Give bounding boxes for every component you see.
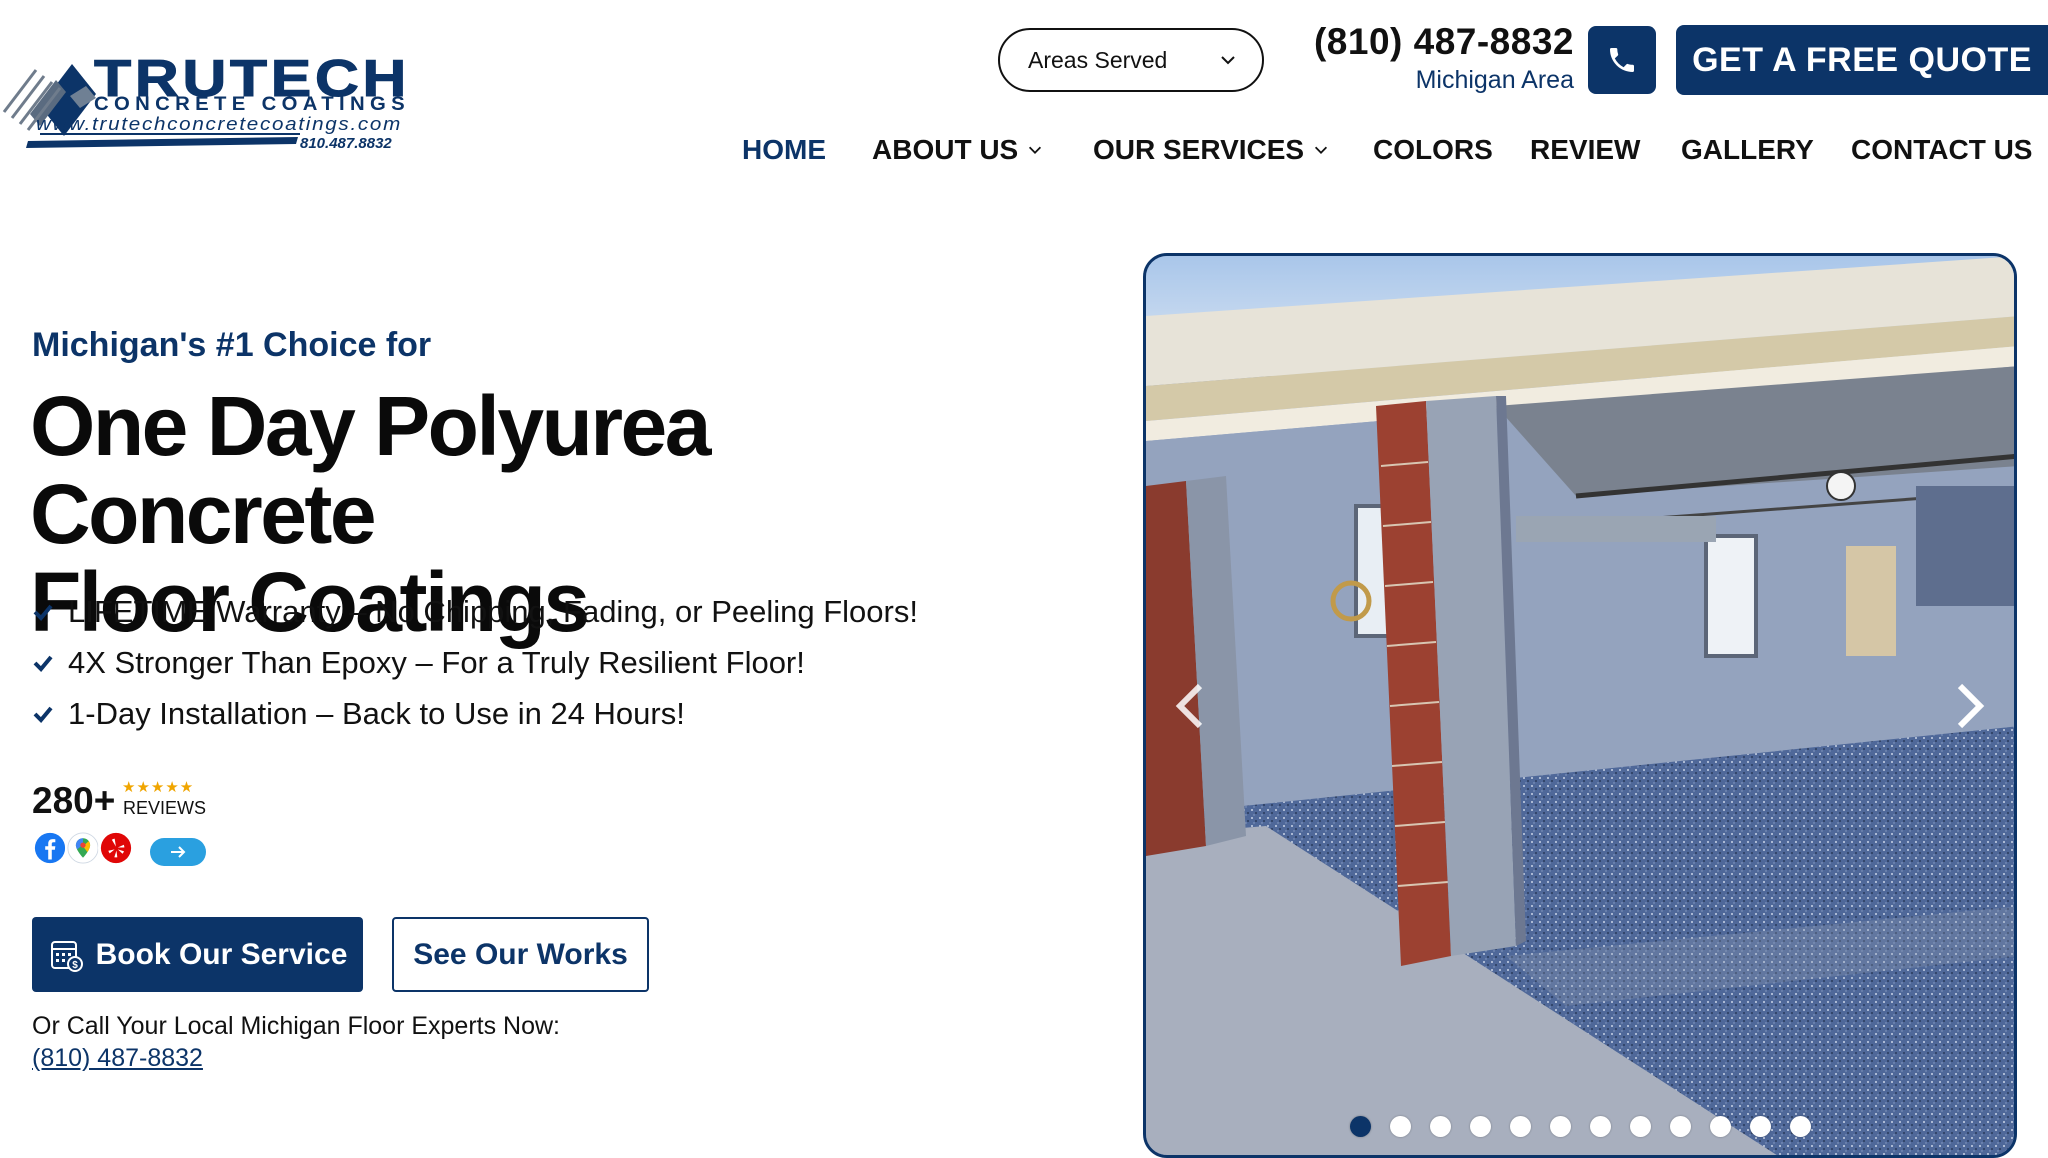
slider-next-button[interactable]: [1944, 676, 1994, 736]
slider-dot[interactable]: [1509, 1116, 1531, 1137]
nav-item-label: OUR SERVICES: [1093, 134, 1305, 165]
chevron-left-icon: [1175, 683, 1203, 729]
feature-item: LIFETIME Warranty – No Chipping, Fading,…: [32, 586, 918, 637]
nav-item-about-us[interactable]: ABOUT US: [872, 134, 1044, 166]
nav-item-contact-us[interactable]: CONTACT US: [1851, 134, 2032, 166]
hero-image-slider[interactable]: [1143, 253, 2017, 1158]
call-button[interactable]: [1588, 26, 1656, 94]
calendar-dollar-icon: $: [50, 940, 83, 972]
garage-floor-photo: [1146, 256, 2014, 1155]
feature-item: 4X Stronger Than Epoxy – For a Truly Res…: [32, 637, 918, 688]
phone-icon: [1610, 48, 1634, 72]
header-phone-area: Michigan Area: [1415, 66, 1574, 94]
hero-headline-line1: One Day Polyurea Concrete: [30, 379, 711, 561]
slider-dot[interactable]: [1349, 1116, 1371, 1137]
nav-item-colors[interactable]: COLORS: [1373, 134, 1493, 166]
slider-pagination: [1146, 1116, 2014, 1137]
svg-text:$: $: [72, 960, 78, 971]
hero-eyebrow: Michigan's #1 Choice for: [32, 326, 432, 364]
slider-dot[interactable]: [1469, 1116, 1491, 1137]
nav-item-label: ABOUT US: [872, 134, 1019, 165]
feature-item: 1-Day Installation – Back to Use in 24 H…: [32, 688, 918, 739]
nav-item-our-services[interactable]: OUR SERVICES: [1093, 134, 1330, 166]
header-phone-block: (810) 487-8832 Michigan Area: [1314, 20, 1574, 96]
feature-list: LIFETIME Warranty – No Chipping, Fading,…: [32, 586, 918, 739]
check-icon: [33, 604, 53, 621]
chevron-down-icon: [1029, 146, 1042, 154]
nav-item-label: REVIEW: [1530, 134, 1641, 165]
arrow-right-icon: [171, 846, 186, 858]
slider-dot[interactable]: [1589, 1116, 1611, 1137]
yelp-icon[interactable]: [98, 830, 134, 866]
slider-dot[interactable]: [1749, 1116, 1771, 1137]
chevron-down-icon: [1315, 146, 1328, 154]
slider-dot[interactable]: [1389, 1116, 1411, 1137]
feature-text: 1-Day Installation – Back to Use in 24 H…: [68, 695, 685, 731]
logo-website: www.trutechconcretecoatings.com: [36, 114, 402, 134]
reviews-stars: ★★★★★: [122, 779, 195, 796]
see-our-works-button[interactable]: See Our Works: [392, 917, 649, 992]
nav-item-label: HOME: [742, 134, 826, 165]
areas-served-label: Areas Served: [1028, 46, 1168, 73]
chevron-down-icon: [1221, 56, 1235, 65]
facebook-icon[interactable]: [32, 830, 68, 866]
check-icon: [33, 706, 53, 723]
google-maps-icon[interactable]: [65, 830, 101, 866]
areas-served-dropdown[interactable]: Areas Served: [998, 28, 1264, 92]
header-phone-number[interactable]: (810) 487-8832: [1314, 20, 1574, 64]
get-free-quote-button[interactable]: GET A FREE QUOTE: [1676, 25, 2048, 95]
nav-item-label: COLORS: [1373, 134, 1493, 165]
nav-item-label: CONTACT US: [1851, 134, 2033, 165]
slider-prev-button[interactable]: [1166, 676, 1216, 736]
book-service-label: Book Our Service: [95, 937, 348, 971]
slider-dot[interactable]: [1629, 1116, 1651, 1137]
logo-name-secondary: CONCRETE COATINGS: [94, 94, 410, 115]
feature-text: LIFETIME Warranty – No Chipping, Fading,…: [68, 593, 918, 629]
reviews-count: 280+: [32, 780, 116, 821]
chevron-right-icon: [1957, 683, 1985, 729]
slider-dot[interactable]: [1709, 1116, 1731, 1137]
reviews-label: REVIEWS: [123, 798, 207, 818]
review-source-icons: [32, 830, 134, 866]
call-prompt-text: Or Call Your Local Michigan Floor Expert…: [32, 1012, 561, 1040]
nav-item-label: GALLERY: [1681, 134, 1814, 165]
nav-item-review[interactable]: REVIEW: [1530, 134, 1640, 166]
slider-dot[interactable]: [1549, 1116, 1571, 1137]
call-phone-link[interactable]: (810) 487-8832: [32, 1044, 203, 1073]
check-icon: [33, 655, 53, 672]
slider-dot[interactable]: [1789, 1116, 1811, 1137]
book-service-button[interactable]: $ Book Our Service: [32, 917, 363, 992]
slider-dot[interactable]: [1429, 1116, 1451, 1137]
reviews-arrow-button[interactable]: [150, 838, 206, 866]
slider-dot[interactable]: [1669, 1116, 1691, 1137]
nav-item-home[interactable]: HOME: [742, 134, 826, 166]
nav-item-gallery[interactable]: GALLERY: [1681, 134, 1814, 166]
main-nav: HOME ABOUT US OUR SERVICES COLORS REVIEW…: [0, 134, 2048, 178]
feature-text: 4X Stronger Than Epoxy – For a Truly Res…: [68, 644, 805, 680]
